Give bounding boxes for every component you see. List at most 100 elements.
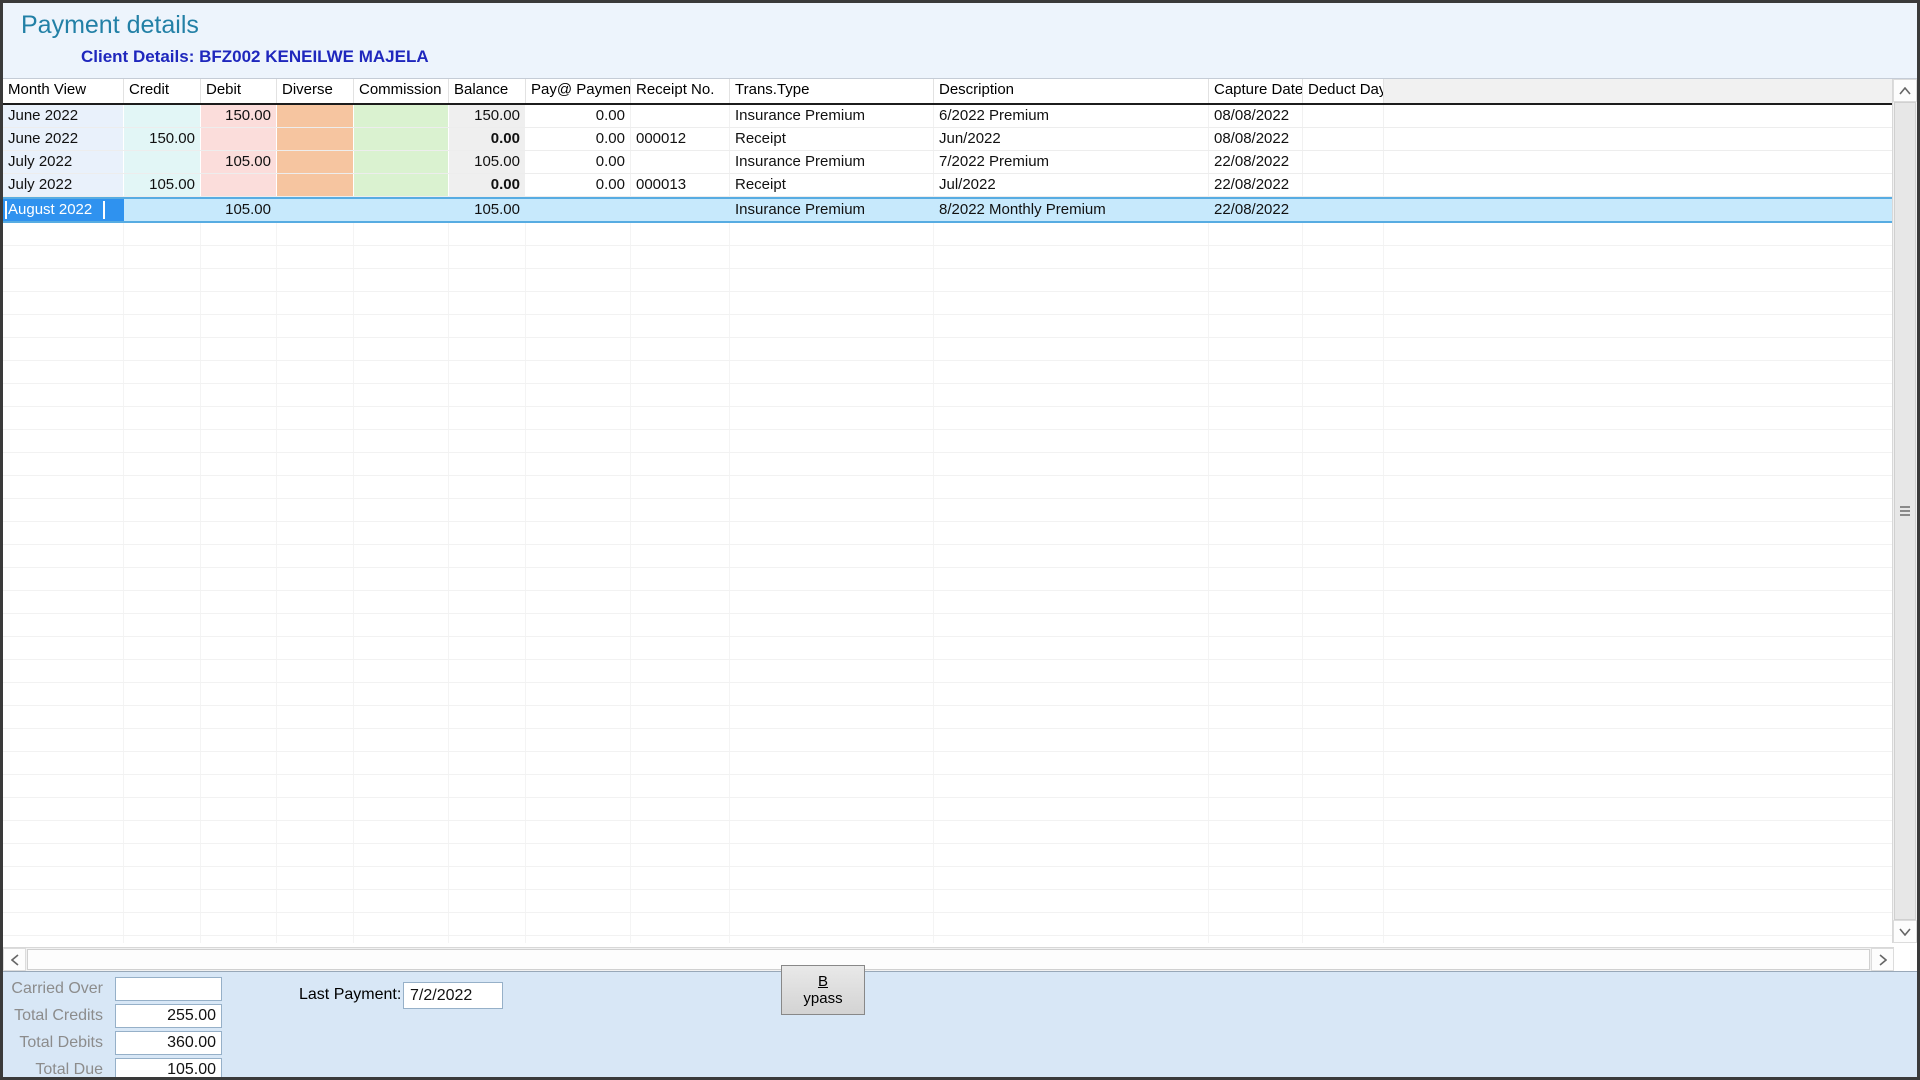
empty-cell (277, 660, 354, 682)
cell-pay-at-payment[interactable]: 0.00 (526, 128, 631, 150)
table-row[interactable]: July 2022105.00105.000.00Insurance Premi… (3, 151, 1894, 174)
total-due-input[interactable] (115, 1058, 222, 1080)
bypass-button[interactable]: Bypass (781, 965, 865, 1015)
empty-cell (124, 269, 201, 291)
column-header-receipt-no[interactable]: Receipt No. (631, 79, 730, 103)
cell-diverse[interactable] (277, 199, 354, 221)
table-row[interactable]: August 2022 105.00 105.00 Insurance Premium… (3, 197, 1894, 223)
cell-month[interactable]: August 2022 (3, 199, 124, 221)
column-header-pay-payment[interactable]: Pay@ Payment (526, 79, 631, 103)
cell-credit[interactable] (124, 199, 201, 221)
column-header-debit[interactable]: Debit (201, 79, 277, 103)
empty-cell (1209, 476, 1303, 498)
cell-diverse[interactable] (277, 128, 354, 150)
column-header-credit[interactable]: Credit (124, 79, 201, 103)
cell-month[interactable]: July 2022 (3, 151, 124, 173)
cell-pay-at-payment[interactable]: 0.00 (526, 151, 631, 173)
cell-credit[interactable]: 150.00 (124, 128, 201, 150)
empty-cell (730, 614, 934, 636)
scroll-right-icon[interactable] (1871, 948, 1894, 971)
empty-cell (277, 936, 354, 943)
empty-grid-row (3, 683, 1894, 706)
cell-credit[interactable]: 105.00 (124, 174, 201, 196)
cell-diverse[interactable] (277, 105, 354, 127)
cell-deduct-day[interactable] (1303, 151, 1384, 173)
cell-balance[interactable]: 105.00 (449, 199, 526, 221)
empty-cell (631, 476, 730, 498)
cell-diverse[interactable] (277, 151, 354, 173)
cell-debit[interactable]: 105.00 (201, 151, 277, 173)
cell-capture-date[interactable]: 08/08/2022 (1209, 105, 1303, 127)
total-credits-input[interactable] (115, 1004, 222, 1028)
column-header-description[interactable]: Description (934, 79, 1209, 103)
column-header-diverse[interactable]: Diverse (277, 79, 354, 103)
cell-trans-type[interactable]: Receipt (730, 128, 934, 150)
cell-trans-type[interactable]: Receipt (730, 174, 934, 196)
cell-commission[interactable] (354, 174, 449, 196)
cell-debit[interactable]: 150.00 (201, 105, 277, 127)
vertical-scrollbar[interactable] (1892, 79, 1917, 943)
cell-balance[interactable]: 150.00 (449, 105, 526, 127)
carried-over-input[interactable] (115, 977, 222, 1001)
total-debits-input[interactable] (115, 1031, 222, 1055)
cell-commission[interactable] (354, 199, 449, 221)
scroll-down-icon[interactable] (1893, 920, 1917, 943)
cell-capture-date[interactable]: 22/08/2022 (1209, 174, 1303, 196)
cell-description[interactable]: Jun/2022 (934, 128, 1209, 150)
column-header-deduct-day[interactable]: Deduct Day (1303, 79, 1384, 103)
horizontal-scrollbar-thumb[interactable] (27, 949, 1870, 970)
table-row[interactable]: June 2022150.000.000.00000012ReceiptJun/… (3, 128, 1894, 151)
cell-description[interactable]: 7/2022 Premium (934, 151, 1209, 173)
cell-balance[interactable]: 0.00 (449, 174, 526, 196)
cell-receipt-no[interactable]: 000013 (631, 174, 730, 196)
vertical-scrollbar-thumb[interactable] (1894, 102, 1916, 920)
cell-deduct-day[interactable] (1303, 199, 1384, 221)
empty-cell (1384, 637, 1894, 659)
cell-description[interactable]: Jul/2022 (934, 174, 1209, 196)
cell-balance[interactable]: 0.00 (449, 128, 526, 150)
scroll-left-icon[interactable] (3, 948, 26, 971)
cell-receipt-no[interactable] (631, 199, 730, 221)
last-payment-input[interactable] (403, 982, 503, 1009)
cell-capture-date[interactable]: 22/08/2022 (1209, 199, 1303, 221)
horizontal-scrollbar[interactable] (3, 947, 1894, 971)
cell-balance[interactable]: 105.00 (449, 151, 526, 173)
cell-debit[interactable] (201, 174, 277, 196)
column-header-capture-date[interactable]: Capture Date (1209, 79, 1303, 103)
cell-credit[interactable] (124, 105, 201, 127)
cell-commission[interactable] (354, 128, 449, 150)
cell-pay-at-payment[interactable]: 0.00 (526, 105, 631, 127)
cell-trans-type[interactable]: Insurance Premium (730, 105, 934, 127)
empty-cell (631, 568, 730, 590)
cell-capture-date[interactable]: 22/08/2022 (1209, 151, 1303, 173)
cell-credit[interactable] (124, 151, 201, 173)
cell-deduct-day[interactable] (1303, 105, 1384, 127)
scroll-up-icon[interactable] (1893, 79, 1917, 102)
cell-description[interactable]: 8/2022 Monthly Premium (934, 199, 1209, 221)
cell-month[interactable]: June 2022 (3, 128, 124, 150)
table-row[interactable]: July 2022105.000.000.00000013ReceiptJul/… (3, 174, 1894, 197)
table-row[interactable]: June 2022150.00150.000.00Insurance Premi… (3, 105, 1894, 128)
column-header-month-view[interactable]: Month View (3, 79, 124, 103)
cell-deduct-day[interactable] (1303, 128, 1384, 150)
cell-commission[interactable] (354, 151, 449, 173)
cell-commission[interactable] (354, 105, 449, 127)
cell-trans-type[interactable]: Insurance Premium (730, 199, 934, 221)
column-header-balance[interactable]: Balance (449, 79, 526, 103)
cell-month[interactable]: June 2022 (3, 105, 124, 127)
cell-deduct-day[interactable] (1303, 174, 1384, 196)
cell-capture-date[interactable]: 08/08/2022 (1209, 128, 1303, 150)
cell-month[interactable]: July 2022 (3, 174, 124, 196)
column-header-commission[interactable]: Commission (354, 79, 449, 103)
cell-debit[interactable]: 105.00 (201, 199, 277, 221)
cell-receipt-no[interactable] (631, 151, 730, 173)
cell-pay-at-payment[interactable] (526, 199, 631, 221)
cell-receipt-no[interactable] (631, 105, 730, 127)
cell-debit[interactable] (201, 128, 277, 150)
cell-trans-type[interactable]: Insurance Premium (730, 151, 934, 173)
cell-pay-at-payment[interactable]: 0.00 (526, 174, 631, 196)
cell-receipt-no[interactable]: 000012 (631, 128, 730, 150)
cell-diverse[interactable] (277, 174, 354, 196)
column-header-trans-type[interactable]: Trans.Type (730, 79, 934, 103)
cell-description[interactable]: 6/2022 Premium (934, 105, 1209, 127)
